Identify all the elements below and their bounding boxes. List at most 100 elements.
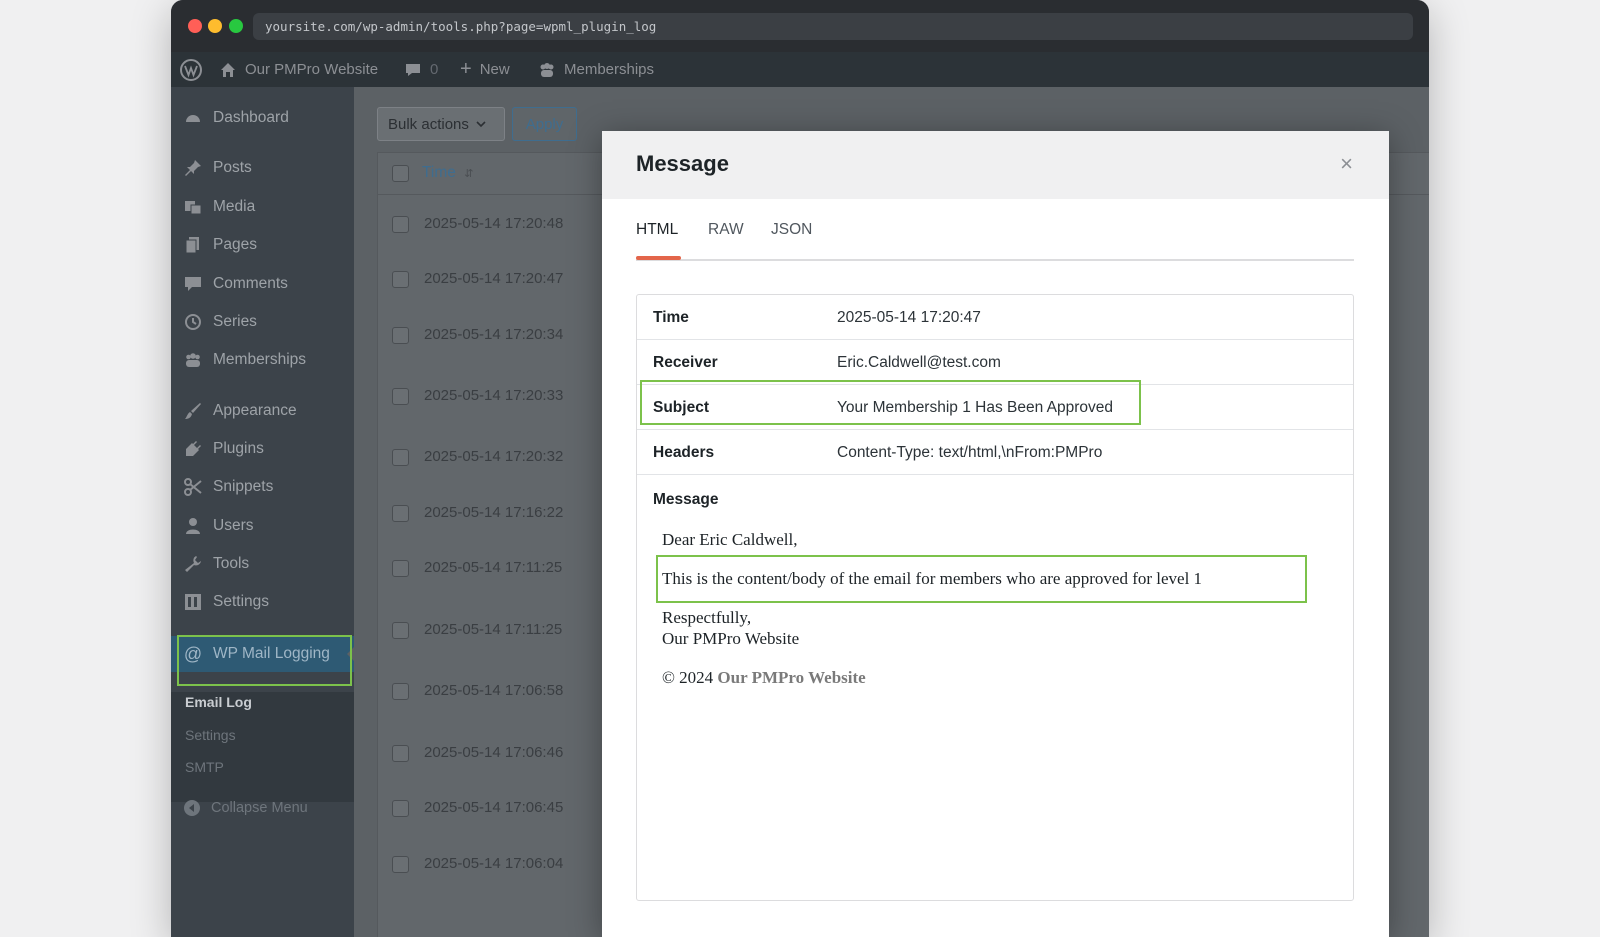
row-checkbox[interactable] xyxy=(392,622,409,639)
highlight-box-wp-mail-logging xyxy=(177,635,352,686)
row-time: 2025-05-14 17:16:22 xyxy=(424,504,564,521)
row-checkbox[interactable] xyxy=(392,856,409,873)
detail-value: Eric.Caldwell@test.com xyxy=(837,354,1001,371)
row-time: 2025-05-14 17:20:48 xyxy=(424,215,564,232)
email-signature: Our PMPro Website xyxy=(662,629,800,648)
select-all-checkbox[interactable] xyxy=(392,165,409,182)
site-name-link[interactable]: Our PMPro Website xyxy=(219,52,378,87)
scissors-icon xyxy=(183,477,203,497)
tab-html[interactable]: HTML xyxy=(636,221,678,239)
pin-icon xyxy=(183,158,203,178)
wp-admin-bar: Our PMPro Website 0 + New Memberships xyxy=(171,52,1429,87)
new-label: New xyxy=(479,61,510,78)
clock-icon xyxy=(183,312,203,332)
highlight-box-email-body xyxy=(656,555,1307,603)
row-checkbox[interactable] xyxy=(392,388,409,405)
detail-label: Receiver xyxy=(653,354,718,371)
row-time: 2025-05-14 17:06:58 xyxy=(424,682,564,699)
comments-link[interactable]: 0 xyxy=(404,52,438,87)
detail-row-headers: Headers Content-Type: text/html,\nFrom:P… xyxy=(637,430,1353,475)
row-checkbox[interactable] xyxy=(392,505,409,522)
browser-chrome: yoursite.com/wp-admin/tools.php?page=wpm… xyxy=(171,0,1429,52)
detail-value: Content-Type: text/html,\nFrom:PMPro xyxy=(837,444,1103,461)
sidebar-item-dashboard[interactable]: Dashboard xyxy=(171,103,354,133)
time-column-header[interactable]: Time ⇵ xyxy=(422,164,473,182)
highlight-box-subject xyxy=(640,380,1141,425)
pages-icon xyxy=(183,235,203,255)
wordpress-logo-icon[interactable] xyxy=(179,52,203,87)
row-checkbox[interactable] xyxy=(392,449,409,466)
home-icon xyxy=(221,62,235,77)
bulk-actions-select[interactable]: Bulk actions xyxy=(377,107,505,141)
copyright-text: © 2024 xyxy=(662,668,714,687)
sidebar-item-settings[interactable]: Settings xyxy=(171,587,354,617)
detail-label: Headers xyxy=(653,444,715,461)
submenu-item-email-log[interactable]: Email Log xyxy=(185,694,252,710)
chevron-down-icon xyxy=(476,121,486,128)
media-icon xyxy=(183,197,203,217)
tab-json[interactable]: JSON xyxy=(771,221,812,239)
footer-site-link[interactable]: Our PMPro Website xyxy=(717,668,865,687)
sort-icon: ⇵ xyxy=(464,168,474,180)
close-window-button[interactable] xyxy=(188,19,202,33)
address-bar[interactable]: yoursite.com/wp-admin/tools.php?page=wpm… xyxy=(253,13,1413,40)
submenu-item-settings[interactable]: Settings xyxy=(185,727,236,743)
brush-icon xyxy=(183,401,203,421)
comment-icon xyxy=(183,274,203,294)
row-checkbox[interactable] xyxy=(392,216,409,233)
sidebar-item-plugins[interactable]: Plugins xyxy=(171,434,354,464)
apply-button[interactable]: Apply xyxy=(512,107,577,141)
submenu-item-smtp[interactable]: SMTP xyxy=(185,759,224,775)
dashboard-icon xyxy=(183,108,203,128)
new-content-link[interactable]: + New xyxy=(460,52,510,87)
collapse-icon xyxy=(184,800,200,816)
maximize-window-button[interactable] xyxy=(229,19,243,33)
groups-icon xyxy=(183,350,203,370)
detail-value: 2025-05-14 17:20:47 xyxy=(837,309,981,326)
sidebar-item-appearance[interactable]: Appearance xyxy=(171,396,354,426)
admin-sidebar: Dashboard Posts Media Pages Comments Ser… xyxy=(171,87,354,937)
sidebar-item-pages[interactable]: Pages xyxy=(171,230,354,260)
memberships-label: Memberships xyxy=(564,61,655,78)
row-time: 2025-05-14 17:20:47 xyxy=(424,270,564,287)
email-greeting: Dear Eric Caldwell, xyxy=(662,530,798,549)
row-checkbox[interactable] xyxy=(392,327,409,344)
sidebar-item-memberships[interactable]: Memberships xyxy=(171,345,354,375)
settings-icon xyxy=(183,592,203,612)
row-time: 2025-05-14 17:11:25 xyxy=(424,559,563,576)
sidebar-item-tools[interactable]: Tools xyxy=(171,549,354,579)
plug-icon xyxy=(183,439,203,459)
row-checkbox[interactable] xyxy=(392,745,409,762)
row-time: 2025-05-14 17:20:32 xyxy=(424,448,564,465)
sidebar-item-media[interactable]: Media xyxy=(171,192,354,222)
sidebar-item-series[interactable]: Series xyxy=(171,307,354,337)
message-tabs: HTML RAW JSON xyxy=(636,221,1354,261)
tab-raw[interactable]: RAW xyxy=(708,221,744,239)
comments-count: 0 xyxy=(430,61,439,78)
row-time: 2025-05-14 17:20:33 xyxy=(424,387,564,404)
collapse-menu-button[interactable]: Collapse Menu xyxy=(183,799,308,817)
row-checkbox[interactable] xyxy=(392,800,409,817)
time-header-label: Time xyxy=(422,164,456,181)
bulk-actions-label: Bulk actions xyxy=(388,115,469,133)
plus-icon: + xyxy=(460,58,472,80)
message-modal: Message × HTML RAW JSON Time 2025-05-14 … xyxy=(602,131,1389,937)
comment-icon xyxy=(406,63,420,76)
row-time: 2025-05-14 17:06:46 xyxy=(424,744,564,761)
submenu-wp-mail-logging: Email Log Settings SMTP xyxy=(171,692,354,802)
row-checkbox[interactable] xyxy=(392,560,409,577)
wrench-icon xyxy=(183,554,203,574)
sidebar-item-snippets[interactable]: Snippets xyxy=(171,472,354,502)
detail-row-time: Time 2025-05-14 17:20:47 xyxy=(637,295,1353,340)
email-footer: © 2024 Our PMPro Website xyxy=(662,668,866,688)
memberships-link[interactable]: Memberships xyxy=(538,52,654,87)
row-checkbox[interactable] xyxy=(392,683,409,700)
sidebar-item-comments[interactable]: Comments xyxy=(171,269,354,299)
row-checkbox[interactable] xyxy=(392,271,409,288)
close-icon[interactable]: × xyxy=(1340,151,1353,177)
sidebar-item-users[interactable]: Users xyxy=(171,511,354,541)
active-tab-indicator xyxy=(636,256,681,260)
row-time: 2025-05-14 17:06:45 xyxy=(424,799,564,816)
minimize-window-button[interactable] xyxy=(208,19,222,33)
sidebar-item-posts[interactable]: Posts xyxy=(171,153,354,183)
